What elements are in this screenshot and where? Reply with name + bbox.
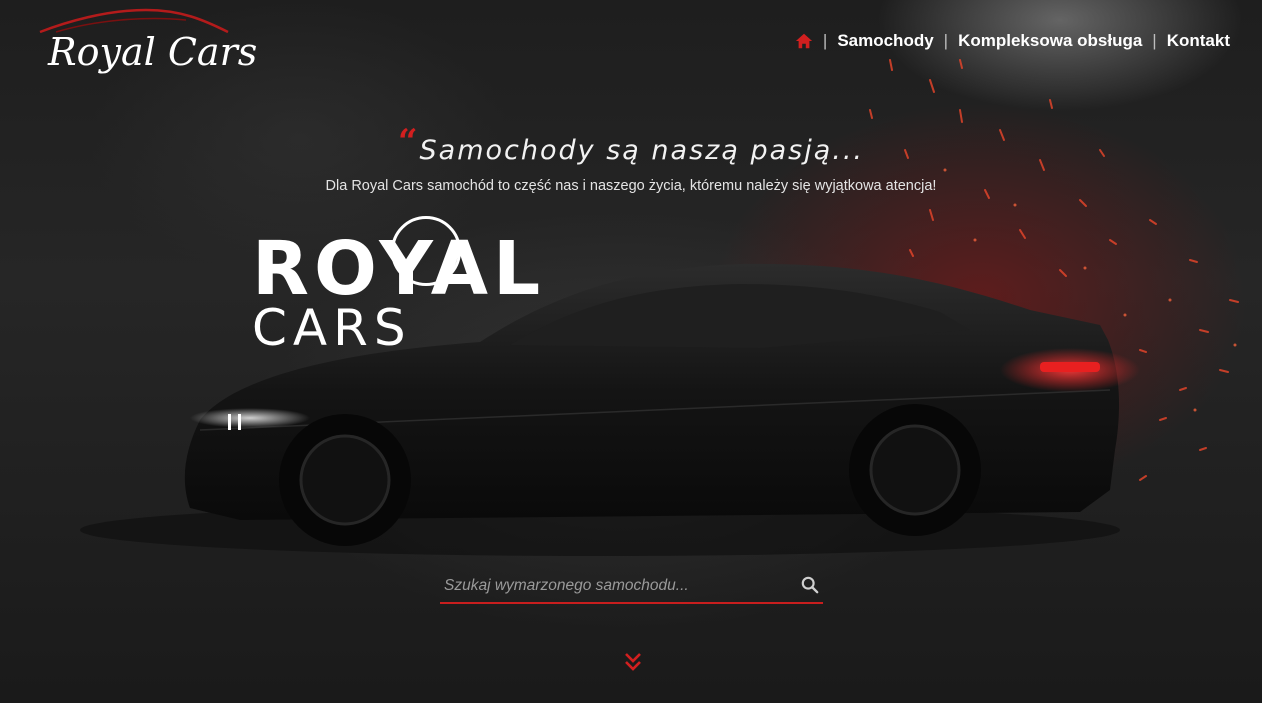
hero-headline: “Samochody są naszą pasją... xyxy=(0,122,1262,166)
nav-item-kontakt[interactable]: Kontakt xyxy=(1167,31,1230,51)
double-chevron-down-icon[interactable] xyxy=(624,652,642,672)
nav-item-samochody[interactable]: Samochody xyxy=(837,31,933,51)
car-image xyxy=(80,263,1140,556)
quote-mark-icon: “ xyxy=(397,122,418,162)
hero-subtitle: Dla Royal Cars samochód to część nas i n… xyxy=(325,178,937,194)
logo[interactable]: Royal Cars xyxy=(36,6,257,80)
hero-page: Royal Cars | Samochody | Kompleksowa obs… xyxy=(0,0,1262,703)
nav-separator: | xyxy=(1152,31,1157,50)
logo-text: Royal Cars xyxy=(48,30,258,74)
nav-separator: | xyxy=(822,31,828,50)
nav-separator: | xyxy=(943,31,949,50)
brand-cars: CARS xyxy=(252,299,412,357)
home-icon[interactable] xyxy=(795,32,813,50)
search-input[interactable] xyxy=(442,572,786,600)
search-icon[interactable] xyxy=(801,576,819,594)
nav-item-kompleksowa-obsluga[interactable]: Kompleksowa obsługa xyxy=(958,31,1142,51)
search-bar xyxy=(440,570,823,604)
headline-text: Samochody są naszą pasją... xyxy=(419,135,864,166)
brand-royal: ROYAL xyxy=(252,226,546,312)
main-nav: | Samochody | Kompleksowa obsługa | Kont… xyxy=(795,31,1230,51)
